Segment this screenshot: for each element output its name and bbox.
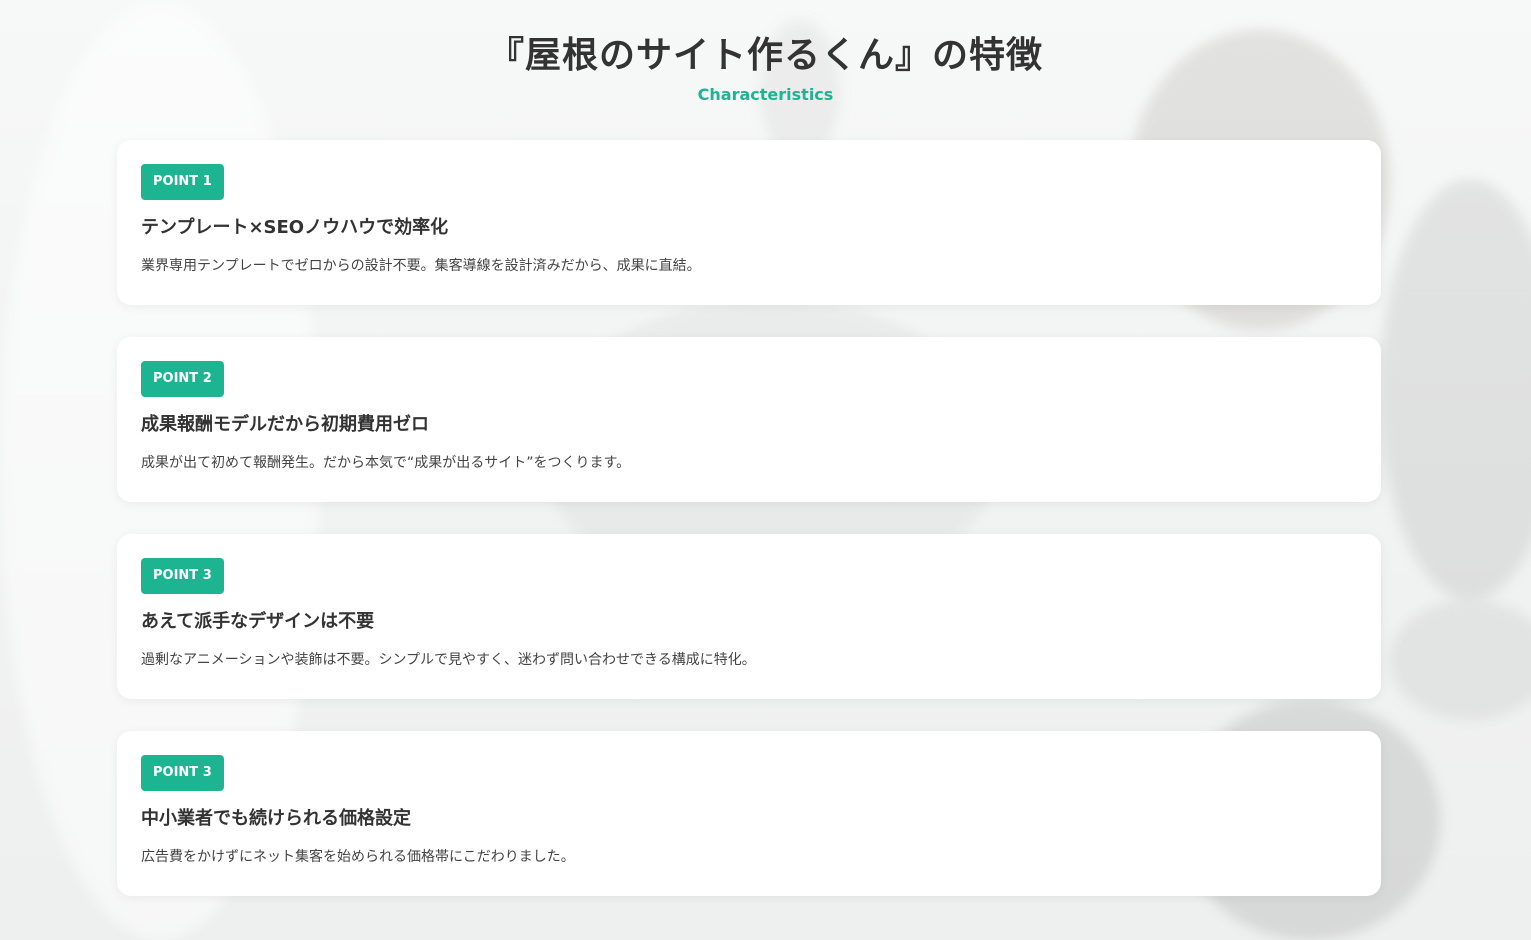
point-title: 中小業者でも続けられる価格設定 (141, 808, 411, 829)
point-badge: POINT 2 (141, 361, 224, 397)
point-description: 広告費をかけずにネット集客を始められる価格帯にこだわりました。 (141, 849, 575, 865)
point-description: 成果が出て初めて報酬発生。だから本気で“成果が出るサイト”をつくります。 (141, 455, 631, 471)
point-list: POINT 1 テンプレート×SEOノウハウで効率化 業界専用テンプレートでゼロ… (117, 140, 1381, 928)
point-description: 業界専用テンプレートでゼロからの設計不要。集客導線を設計済みだから、成果に直結。 (141, 258, 701, 274)
point-badge: POINT 3 (141, 755, 224, 791)
point-badge: POINT 1 (141, 164, 224, 200)
point-card-2: POINT 2 成果報酬モデルだから初期費用ゼロ 成果が出て初めて報酬発生。だか… (117, 337, 1381, 502)
point-description: 過剰なアニメーションや装飾は不要。シンプルで見やすく、迷わず問い合わせできる構成… (141, 652, 756, 668)
point-title: あえて派手なデザインは不要 (141, 611, 375, 632)
characteristics-section: 『屋根のサイト作るくん』の特徴 Characteristics POINT 1 … (0, 0, 1531, 940)
point-card-1: POINT 1 テンプレート×SEOノウハウで効率化 業界専用テンプレートでゼロ… (117, 140, 1381, 305)
point-card-4: POINT 3 中小業者でも続けられる価格設定 広告費をかけずにネット集客を始め… (117, 731, 1381, 896)
point-badge: POINT 3 (141, 558, 224, 594)
point-title: 成果報酬モデルだから初期費用ゼロ (141, 414, 429, 435)
section-title: 『屋根のサイト作るくん』の特徴 (487, 35, 1043, 76)
point-title: テンプレート×SEOノウハウで効率化 (141, 217, 449, 238)
point-card-3: POINT 3 あえて派手なデザインは不要 過剰なアニメーションや装飾は不要。シ… (117, 534, 1381, 699)
section-subtitle: Characteristics (697, 85, 834, 104)
section-header: 『屋根のサイト作るくん』の特徴 Characteristics (0, 0, 1531, 105)
